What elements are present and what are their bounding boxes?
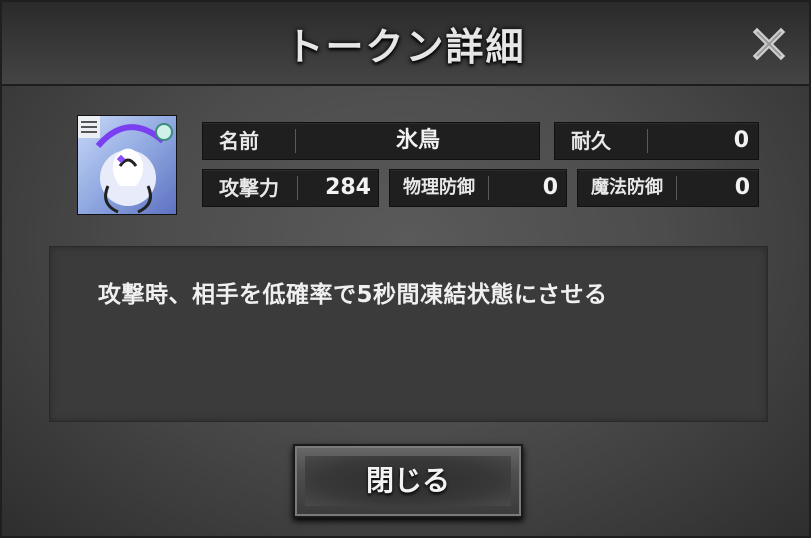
name-value: 氷鳥 <box>395 128 440 153</box>
token-portrait <box>77 115 177 215</box>
close-icon[interactable] <box>749 24 789 64</box>
stat-durability: 耐久 0 <box>554 122 759 160</box>
description-box: 攻撃時、相手を低確率で5秒間凍結状態にさせる <box>49 246 768 422</box>
durability-label: 耐久 <box>571 129 611 153</box>
divider <box>647 129 648 153</box>
token-detail-dialog: トークン詳細 名前 氷鳥 耐久 0 攻撃力 284 物理防御 0 魔法防御 0 … <box>0 0 811 538</box>
attack-label: 攻撃力 <box>219 176 279 200</box>
divider <box>295 129 296 153</box>
close-button-label: 閉じる <box>365 464 450 497</box>
dialog-title: トークン詳細 <box>285 24 526 69</box>
stat-physical-defense: 物理防御 0 <box>389 169 567 207</box>
durability-value: 0 <box>733 128 749 153</box>
stat-attack: 攻撃力 284 <box>202 169 379 207</box>
magic-def-value: 0 <box>734 175 750 200</box>
physical-def-label: 物理防御 <box>403 177 475 198</box>
magic-def-label: 魔法防御 <box>591 177 663 198</box>
close-button[interactable]: 閉じる <box>293 444 523 518</box>
title-bar: トークン詳細 <box>2 2 809 86</box>
divider <box>297 176 298 200</box>
divider <box>488 176 489 200</box>
description-text: 攻撃時、相手を低確率で5秒間凍結状態にさせる <box>98 282 608 308</box>
physical-def-value: 0 <box>542 175 558 200</box>
name-label: 名前 <box>219 129 259 153</box>
stat-name: 名前 氷鳥 <box>202 122 540 160</box>
divider <box>676 176 677 200</box>
stat-magic-defense: 魔法防御 0 <box>577 169 759 207</box>
attack-value: 284 <box>325 175 371 200</box>
